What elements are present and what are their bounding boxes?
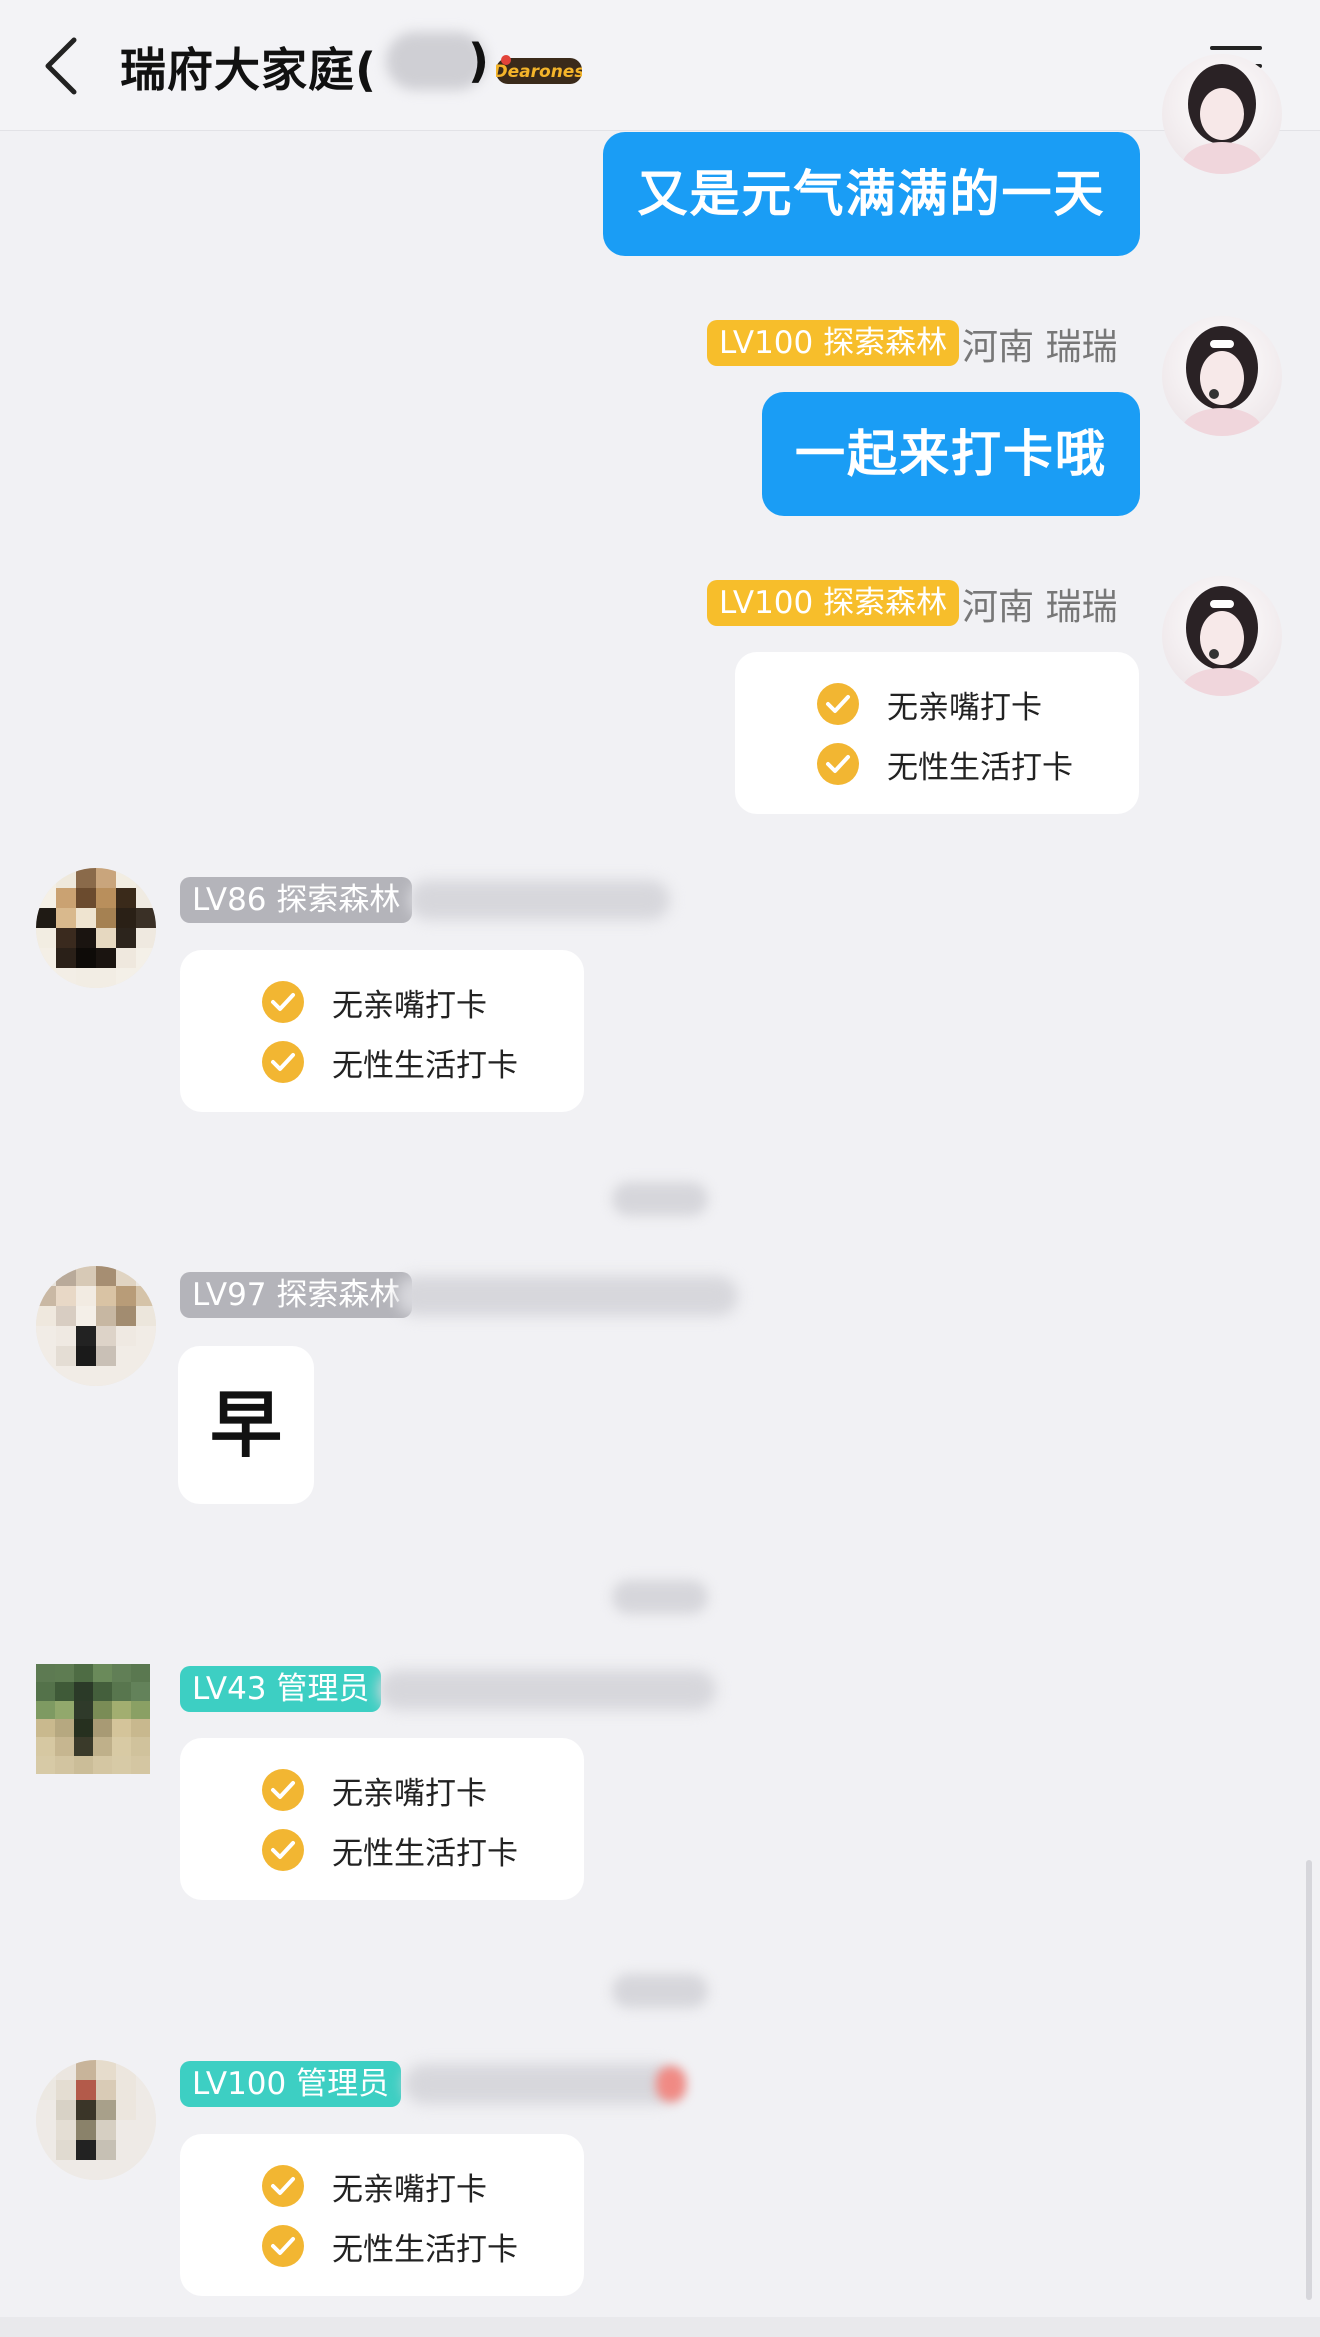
checkin-label: 无性生活打卡 <box>332 2231 518 2268</box>
blurred-sender-name <box>408 880 670 920</box>
scrollbar[interactable] <box>1306 1860 1312 2300</box>
chat-title: 瑞府大家庭( <box>120 43 378 97</box>
check-circle-icon <box>817 743 859 785</box>
blurred-timestamp <box>612 1974 708 2008</box>
sender-name: 河南 瑞瑞 <box>962 327 1118 368</box>
message-bubble[interactable]: 一起来打卡哦 <box>762 392 1140 516</box>
member-avatar[interactable] <box>36 868 156 988</box>
self-avatar[interactable] <box>1162 54 1282 174</box>
svg-text:Dearones: Dearones <box>496 62 582 82</box>
check-circle-icon <box>262 1041 304 1083</box>
member-avatar[interactable] <box>36 1664 150 1774</box>
checkin-item: 无性生活打卡 <box>262 2224 518 2268</box>
check-circle-icon <box>817 683 859 725</box>
dearones-logo: Dearones <box>496 55 582 84</box>
checkin-label: 无亲嘴打卡 <box>332 2171 487 2208</box>
bottom-edge <box>0 2317 1320 2337</box>
blurred-sender-name <box>404 2064 678 2104</box>
checkin-item: 无性生活打卡 <box>262 1828 518 1872</box>
blurred-timestamp <box>612 1580 708 1614</box>
level-tag: LV100 探索森林 <box>707 580 960 626</box>
checkin-card[interactable]: 无亲嘴打卡 无性生活打卡 <box>180 1738 584 1900</box>
blurred-timestamp <box>612 1182 708 1216</box>
check-circle-icon <box>262 1769 304 1811</box>
checkin-label: 无亲嘴打卡 <box>887 689 1042 726</box>
blurred-emoji-icon <box>656 2066 686 2102</box>
chat-title-close: ) <box>468 34 490 88</box>
blurred-sender-name <box>378 1670 716 1710</box>
checkin-label: 无性生活打卡 <box>887 749 1073 786</box>
blurred-sender-name <box>396 1276 738 1316</box>
checkin-card[interactable]: 无亲嘴打卡 无性生活打卡 <box>180 2134 584 2296</box>
chat-header: 瑞府大家庭( ) Dearones <box>0 0 1320 131</box>
level-tag: LV86 探索森林 <box>180 877 413 923</box>
level-tag: LV100 探索森林 <box>707 320 960 366</box>
member-avatar[interactable] <box>36 2060 156 2180</box>
self-avatar[interactable] <box>1162 576 1282 696</box>
checkin-card[interactable]: 无亲嘴打卡 无性生活打卡 <box>180 950 584 1112</box>
checkin-item: 无亲嘴打卡 <box>817 682 1042 726</box>
admin-tag: LV43 管理员 <box>180 1666 382 1712</box>
admin-tag: LV100 管理员 <box>180 2061 402 2107</box>
message-bubble[interactable]: 又是元气满满的一天 <box>603 132 1140 256</box>
message-bubble[interactable]: 早 <box>178 1346 314 1504</box>
member-avatar[interactable] <box>36 1266 156 1386</box>
checkin-item: 无亲嘴打卡 <box>262 2164 487 2208</box>
back-chevron-icon[interactable] <box>40 36 86 96</box>
checkin-item: 无亲嘴打卡 <box>262 980 487 1024</box>
sender-name: 河南 瑞瑞 <box>962 587 1118 628</box>
checkin-label: 无性生活打卡 <box>332 1047 518 1084</box>
checkin-item: 无性生活打卡 <box>817 742 1073 786</box>
checkin-item: 无亲嘴打卡 <box>262 1768 487 1812</box>
check-circle-icon <box>262 1829 304 1871</box>
level-tag: LV97 探索森林 <box>180 1272 413 1318</box>
self-avatar[interactable] <box>1162 316 1282 436</box>
checkin-item: 无性生活打卡 <box>262 1040 518 1084</box>
checkin-label: 无亲嘴打卡 <box>332 1775 487 1812</box>
checkin-label: 无性生活打卡 <box>332 1835 518 1872</box>
checkin-label: 无亲嘴打卡 <box>332 987 487 1024</box>
check-circle-icon <box>262 2165 304 2207</box>
check-circle-icon <box>262 981 304 1023</box>
check-circle-icon <box>262 2225 304 2267</box>
checkin-card[interactable]: 无亲嘴打卡 无性生活打卡 <box>735 652 1139 814</box>
